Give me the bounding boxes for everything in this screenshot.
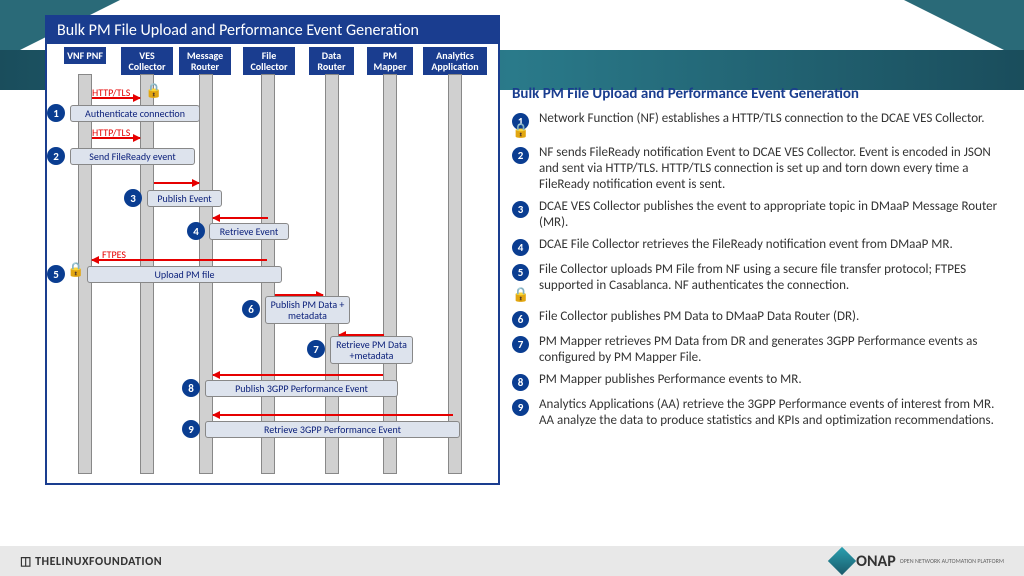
lane-pm-mapper: PM Mapper <box>367 47 413 75</box>
lane-ves-collector: VES Collector <box>121 47 173 75</box>
description-title: Bulk PM File Upload and Performance Even… <box>512 85 1007 103</box>
step-badge-4: 4 <box>187 222 205 240</box>
lane-analytics: Analytics Application <box>423 47 487 75</box>
protocol-label: FTPES <box>102 248 126 261</box>
lock-icon: 🔒 <box>512 286 529 303</box>
step-row: 3 DCAE VES Collector publishes the event … <box>512 199 1007 231</box>
step-text: Analytics Applications (AA) retrieve the… <box>539 397 1007 429</box>
step-text: Network Function (NF) establishes a HTTP… <box>539 111 985 127</box>
arrow-icon <box>213 217 268 219</box>
step-row: 8 PM Mapper publishes Performance events … <box>512 372 1007 391</box>
protocol-label: HTTP/TLS <box>92 126 130 139</box>
lock-icon: 🔒 <box>67 261 84 278</box>
step-row: 6 File Collector publishes PM Data to DMa… <box>512 309 1007 328</box>
linux-text: THELINUXFOUNDATION <box>35 555 162 569</box>
step-row: 🔒 <box>512 300 1007 303</box>
msg-upload-pm: Upload PM file <box>87 266 282 283</box>
msg-retrieve-pm: Retrieve PM Data +metadata <box>330 336 413 364</box>
lock-icon: 🔒 <box>512 122 529 139</box>
step-number-badge: 5 <box>512 264 529 281</box>
protocol-label: HTTP/TLS <box>92 86 130 99</box>
onap-icon <box>828 547 856 575</box>
step-row: 1Network Function (NF) establishes a HTT… <box>512 111 1007 130</box>
step-text: DCAE File Collector retrieves the FileRe… <box>539 237 953 253</box>
msg-publish-pm: Publish PM Data + metadata <box>265 296 350 324</box>
step-row: 5 File Collector uploads PM File from NF … <box>512 262 1007 294</box>
linux-foundation-logo: ◫ THELINUXFOUNDATION <box>20 554 162 569</box>
step-row: 2 NF sends FileReady notification Event t… <box>512 145 1007 193</box>
step-number-badge: 7 <box>512 336 529 353</box>
lanes-container: VNF PNF VES Collector Message Router Fil… <box>47 44 498 479</box>
step-number-badge: 8 <box>512 374 529 391</box>
diagram-title: Bulk PM File Upload and Performance Even… <box>47 17 498 44</box>
onap-subtext: OPEN NETWORK AUTOMATION PLATFORM <box>900 557 1004 565</box>
onap-logo: ONAP OPEN NETWORK AUTOMATION PLATFORM <box>832 551 1004 571</box>
arrow-icon <box>213 414 453 416</box>
step-badge-8: 8 <box>182 379 200 397</box>
lane-file-collector: File Collector <box>243 47 295 75</box>
step-badge-7: 7 <box>307 340 325 358</box>
sequence-diagram: Bulk PM File Upload and Performance Even… <box>45 15 500 485</box>
step-number-badge: 2 <box>512 147 529 164</box>
onap-text: ONAP <box>856 552 896 571</box>
msg-publish-event: Publish Event <box>147 190 222 207</box>
step-text: File Collector uploads PM File from NF u… <box>539 262 1007 294</box>
step-text: File Collector publishes PM Data to DMaa… <box>539 309 859 325</box>
lane-data-router: Data Router <box>309 47 354 75</box>
step-row: 9 Analytics Applications (AA) retrieve th… <box>512 397 1007 429</box>
msg-retrieve-3gpp: Retrieve 3GPP Performance Event <box>205 421 460 438</box>
step-number-badge: 9 <box>512 399 529 416</box>
lane-vnf-pnf: VNF PNF <box>64 47 106 64</box>
msg-fileready: Send FileReady event <box>70 148 195 165</box>
step-text: NF sends FileReady notification Event to… <box>539 145 1007 193</box>
step-badge-9: 9 <box>182 420 200 438</box>
lane-message-router: Message Router <box>179 47 231 75</box>
step-badge-1: 1 <box>47 104 65 122</box>
msg-authenticate: Authenticate connection <box>70 105 200 122</box>
step-text: PM Mapper retrieves PM Data from DR and … <box>539 334 1007 366</box>
step-badge-3: 3 <box>124 189 142 207</box>
step-badge-6: 6 <box>242 300 260 318</box>
step-number-badge: 3 <box>512 201 529 218</box>
arrow-icon <box>213 374 383 376</box>
msg-retrieve-event: Retrieve Event <box>209 223 289 240</box>
arrow-icon <box>154 182 199 184</box>
footer: ◫ THELINUXFOUNDATION ONAP OPEN NETWORK AU… <box>0 546 1024 576</box>
step-row: 4 DCAE File Collector retrieves the FileR… <box>512 237 1007 256</box>
step-number-badge: 4 <box>512 239 529 256</box>
step-text: PM Mapper publishes Performance events t… <box>539 372 802 388</box>
step-badge-2: 2 <box>47 147 65 165</box>
step-text: DCAE VES Collector publishes the event t… <box>539 199 1007 231</box>
msg-publish-3gpp: Publish 3GPP Performance Event <box>205 380 398 397</box>
step-badge-5: 5 <box>47 265 65 283</box>
step-row: 🔒 <box>512 136 1007 139</box>
step-number-badge: 6 <box>512 311 529 328</box>
step-row: 7 PM Mapper retrieves PM Data from DR and… <box>512 334 1007 366</box>
description-panel: Bulk PM File Upload and Performance Even… <box>512 85 1007 435</box>
lock-icon: 🔒 <box>145 82 162 99</box>
